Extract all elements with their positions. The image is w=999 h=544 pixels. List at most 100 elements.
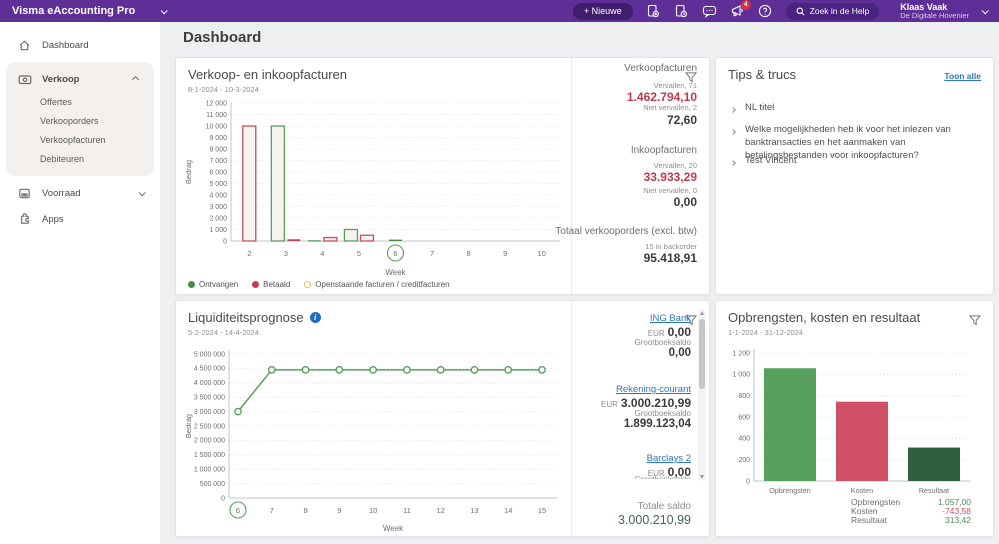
user-menu-chevron-icon[interactable] bbox=[981, 6, 989, 14]
svg-text:2 500 000: 2 500 000 bbox=[194, 423, 225, 430]
scroll-down-icon[interactable] bbox=[699, 475, 704, 479]
svg-text:200: 200 bbox=[738, 457, 750, 464]
sales-purchases-card: Verkoop- en inkoopfacturen 8-1-2024 - 10… bbox=[175, 57, 710, 295]
summary-row: Resultaat 313,42 bbox=[851, 515, 971, 525]
sidebar-item-offertes[interactable]: Offertes bbox=[6, 92, 154, 111]
stat-label: Niet vervallen, 0 bbox=[643, 186, 697, 195]
card-date-range: 8-1-2024 - 10-3-2024 bbox=[188, 85, 259, 94]
svg-text:4 000 000: 4 000 000 bbox=[194, 380, 225, 387]
scrollbar-thumb[interactable] bbox=[699, 319, 705, 389]
ledger-label: Grootboeksaldo bbox=[634, 338, 691, 347]
user-menu[interactable]: Klaas Vaak De Digitale Hovenier bbox=[892, 2, 969, 21]
sidebar-item-label: Verkoop bbox=[42, 73, 80, 85]
bank-list-scrollbar[interactable] bbox=[698, 309, 706, 481]
tip-item[interactable]: NL titel bbox=[730, 102, 979, 117]
sidebar-item-voorraad[interactable]: Voorraad bbox=[0, 180, 160, 206]
sidebar-item-label: Dashboard bbox=[42, 39, 89, 51]
svg-text:5: 5 bbox=[357, 249, 361, 258]
svg-text:4: 4 bbox=[320, 249, 324, 258]
svg-text:Bedrag: Bedrag bbox=[184, 414, 193, 438]
svg-text:Opbrengsten: Opbrengsten bbox=[769, 486, 811, 495]
svg-text:7: 7 bbox=[430, 249, 434, 258]
svg-text:2 000 000: 2 000 000 bbox=[194, 438, 225, 445]
cash-icon bbox=[18, 72, 32, 86]
scroll-up-icon[interactable] bbox=[699, 311, 704, 315]
tip-text: Test Vincent bbox=[745, 155, 797, 166]
svg-text:6: 6 bbox=[393, 249, 397, 258]
svg-text:15: 15 bbox=[538, 506, 546, 515]
sidebar-item-debiteuren[interactable]: Debiteuren bbox=[6, 149, 154, 168]
sidebar-item-verkoopfacturen[interactable]: Verkoopfacturen bbox=[6, 130, 154, 149]
tip-item[interactable]: Test Vincent bbox=[730, 155, 979, 170]
sales-stats-panel: Verkoopfacturen Vervallen, 71 1.462.794,… bbox=[555, 58, 709, 294]
svg-text:9: 9 bbox=[337, 506, 341, 515]
chevron-down-icon bbox=[160, 6, 169, 14]
svg-text:4 000: 4 000 bbox=[209, 192, 227, 199]
svg-text:8 000: 8 000 bbox=[209, 146, 227, 153]
svg-text:0: 0 bbox=[746, 478, 750, 485]
svg-text:8: 8 bbox=[303, 506, 307, 515]
filter-icon[interactable] bbox=[968, 313, 982, 331]
chevron-right-icon bbox=[730, 107, 736, 113]
sidebar-group-verkoop: Verkoop Offertes Verkooporders Verkoopfa… bbox=[6, 62, 154, 176]
show-all-link[interactable]: Toon alle bbox=[944, 71, 981, 81]
app-switcher[interactable]: Visma eAccounting Pro bbox=[0, 5, 169, 17]
home-icon bbox=[18, 38, 32, 52]
chat-icon[interactable] bbox=[702, 4, 717, 19]
invoice-history-icon[interactable] bbox=[674, 4, 689, 19]
search-icon bbox=[796, 7, 805, 15]
ledger-balance: 1.899.123,04 bbox=[623, 418, 691, 430]
stat-value: 0,00 bbox=[673, 195, 697, 209]
tips-card: Tips & trucs Toon alle NL titel Welke mo… bbox=[715, 57, 994, 295]
svg-text:0: 0 bbox=[223, 238, 227, 245]
notification-badge: 4 bbox=[740, 0, 751, 10]
svg-text:9: 9 bbox=[503, 249, 507, 258]
sidebar-item-verkoop[interactable]: Verkoop bbox=[6, 66, 154, 92]
svg-text:14: 14 bbox=[504, 506, 512, 515]
invoice-settings-icon[interactable] bbox=[646, 4, 661, 19]
help-search[interactable]: Zoek in de Help bbox=[785, 2, 880, 20]
sales-chart-legend: Ontvangen Betaald Openstaande facturen / c… bbox=[188, 280, 450, 289]
app-title: Visma eAccounting Pro bbox=[12, 5, 136, 17]
sidebar: Dashboard Verkoop Offertes Verkooporders… bbox=[0, 22, 160, 544]
total-balance-label: Totale saldo bbox=[637, 501, 691, 512]
liquidity-card: Liquiditeitsprognose i 5-2-2024 - 14-4-2… bbox=[175, 300, 710, 537]
stat-label: Vervallen, 71 bbox=[653, 81, 697, 90]
svg-text:600: 600 bbox=[738, 414, 750, 421]
chevron-up-icon bbox=[131, 75, 140, 83]
bank-balances-panel: ING Bank EUR 0,00 Grootboeksaldo 0,00 Rek… bbox=[571, 301, 709, 536]
svg-text:1 000 000: 1 000 000 bbox=[194, 467, 225, 474]
svg-text:Kosten: Kosten bbox=[851, 486, 873, 495]
help-search-label: Zoek in de Help bbox=[809, 6, 870, 16]
stat-label: 15 in backorder bbox=[645, 242, 697, 251]
stat-header: Inkoopfacturen bbox=[630, 145, 697, 156]
sidebar-item-apps[interactable]: Apps bbox=[0, 206, 160, 232]
page-title: Dashboard bbox=[183, 29, 262, 46]
card-title: Liquiditeitsprognose bbox=[188, 310, 304, 325]
svg-text:7: 7 bbox=[270, 506, 274, 515]
ledger-label: Grootboeksaldo bbox=[635, 475, 691, 479]
stat-header: Totaal verkooporders (excl. btw) bbox=[555, 226, 697, 237]
sidebar-item-dashboard[interactable]: Dashboard bbox=[0, 32, 160, 58]
svg-text:2: 2 bbox=[247, 249, 251, 258]
new-button[interactable]: + Nieuwe bbox=[572, 2, 633, 20]
svg-text:Bedrag: Bedrag bbox=[184, 160, 193, 184]
stat-label: Niet vervallen, 2 bbox=[643, 103, 697, 112]
svg-text:800: 800 bbox=[738, 393, 750, 400]
chevron-right-icon bbox=[730, 160, 736, 166]
chevron-right-icon bbox=[730, 129, 736, 135]
result-card: Opbrengsten, kosten en resultaat 1-1-202… bbox=[715, 300, 994, 537]
svg-text:12: 12 bbox=[436, 506, 444, 515]
sidebar-item-verkooporders[interactable]: Verkooporders bbox=[6, 111, 154, 130]
info-icon[interactable]: i bbox=[309, 312, 321, 323]
announcements-icon[interactable]: 4 bbox=[730, 0, 751, 19]
sidebar-item-label: Voorraad bbox=[42, 187, 81, 199]
svg-text:6 000: 6 000 bbox=[209, 169, 227, 176]
svg-text:3: 3 bbox=[284, 249, 288, 258]
svg-text:12 000: 12 000 bbox=[206, 100, 228, 107]
help-icon[interactable] bbox=[758, 4, 773, 19]
topbar-actions: + Nieuwe 4 Zoek in de Help Klaas Vaak De… bbox=[572, 0, 999, 21]
ledger-balance: 0,00 bbox=[668, 347, 691, 359]
svg-text:7 000: 7 000 bbox=[209, 158, 227, 165]
svg-text:8: 8 bbox=[467, 249, 471, 258]
